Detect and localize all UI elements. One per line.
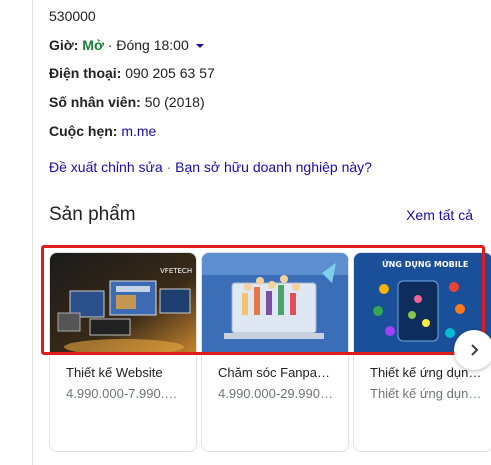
appointment-link[interactable]: m.me — [121, 123, 156, 139]
product-card[interactable]: Chăm sóc Fanpa… 4.990.000-29.990.… — [201, 252, 349, 452]
appointment-row: Cuộc hẹn: m.me — [49, 121, 156, 141]
carousel-next-button[interactable] — [454, 330, 491, 370]
see-all-link[interactable]: Xem tất cả — [406, 207, 473, 223]
product-name[interactable]: Thiết kế Website — [66, 365, 182, 380]
suggest-edit-link[interactable]: Đề xuất chỉnh sửa — [49, 159, 163, 175]
product-name[interactable]: Chăm sóc Fanpa… — [218, 365, 334, 380]
appointment-label: Cuộc hẹn: — [49, 123, 118, 139]
suggest-row: Đề xuất chỉnh sửa · Bạn sở hữu doanh ngh… — [49, 159, 372, 175]
product-price: 4.990.000-29.990.… — [218, 386, 334, 401]
hours-status: Mở — [82, 37, 104, 53]
product-card[interactable]: VFETECH Thiết kế Website 4.990.000-7.990… — [49, 252, 197, 452]
claim-business-link[interactable]: Bạn sở hữu doanh nghiệp này? — [175, 159, 372, 175]
products-title: Sản phẩm — [49, 204, 136, 225]
hours-label: Giờ: — [49, 37, 79, 53]
phone-value[interactable]: 090 205 63 57 — [125, 65, 215, 81]
knowledge-panel: 530000 Giờ: Mở · Đóng 18:00 Điện thoại: … — [0, 0, 491, 465]
image-caption: ỨNG DỤNG MOBILE — [382, 258, 468, 269]
postal-code: 530000 — [49, 6, 96, 26]
product-image-website[interactable]: VFETECH — [50, 253, 196, 353]
suggest-separator: · — [166, 159, 172, 175]
postal-code-value: 530000 — [49, 8, 96, 24]
phone-label: Điện thoại: — [49, 65, 122, 81]
image-caption: VFETECH — [160, 267, 192, 275]
product-image-fanpage[interactable] — [202, 253, 348, 353]
hours-row[interactable]: Giờ: Mở · Đóng 18:00 — [49, 35, 204, 55]
chevron-right-icon — [471, 344, 479, 356]
caret-down-icon[interactable] — [195, 44, 204, 49]
hours-close: · Đóng 18:00 — [107, 37, 189, 53]
product-price: 4.990.000-7.990.… — [66, 386, 178, 401]
product-price: Thiết kế ứng dụn… — [370, 386, 482, 401]
panel-border — [32, 0, 33, 465]
staff-label: Số nhân viên: — [49, 94, 141, 110]
staff-value: 50 (2018) — [144, 94, 205, 110]
phone-row: Điện thoại: 090 205 63 57 — [49, 63, 215, 83]
staff-row: Số nhân viên: 50 (2018) — [49, 92, 205, 112]
